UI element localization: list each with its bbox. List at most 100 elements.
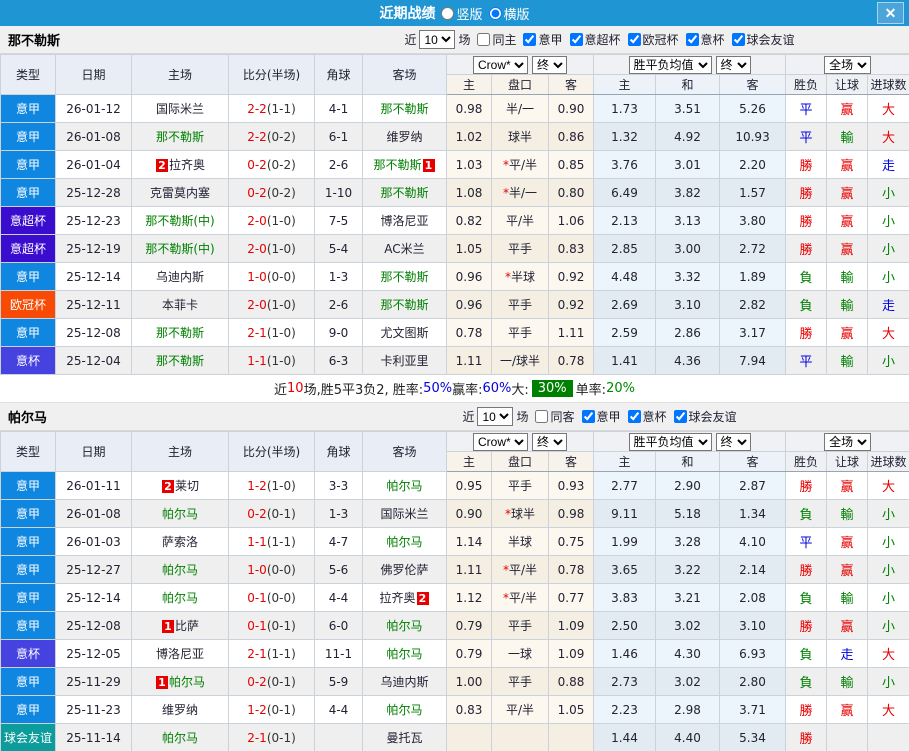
league-checkbox-input-4[interactable] bbox=[731, 33, 745, 46]
match-date: 26-01-04 bbox=[55, 150, 132, 179]
title-group: 近期战绩 竖版 横版 bbox=[379, 3, 529, 23]
crow-away-odds: 0.86 bbox=[547, 122, 595, 151]
league-checkbox-2[interactable]: 欧冠杯 bbox=[624, 31, 679, 48]
column-header-4: 角球 bbox=[314, 431, 363, 472]
league-checkbox-input-1[interactable] bbox=[569, 33, 583, 46]
same-venue-checkbox-input[interactable] bbox=[477, 33, 491, 46]
home-team: 1 比萨 bbox=[131, 611, 229, 640]
match-score: 1-2(1-0) bbox=[228, 471, 315, 500]
goals-result: 大 bbox=[867, 122, 909, 151]
match-row: 意甲 25-12-14 帕尔马 0-1(0-0) 4-4 拉齐奥 2 1.12 *平/半 0.77… bbox=[0, 583, 909, 612]
team-label: 那不勒斯(中) bbox=[145, 242, 215, 256]
handicap-line: *平/半 bbox=[491, 555, 549, 584]
team-name: 那不勒斯 bbox=[8, 34, 61, 49]
handicap-result: 赢 bbox=[826, 611, 869, 640]
league-checkbox-1[interactable]: 意超杯 bbox=[566, 31, 621, 48]
handicap-text: 平手 bbox=[507, 675, 532, 689]
corner-score bbox=[314, 723, 363, 751]
crow-away-odds bbox=[547, 723, 595, 751]
same-venue-checkbox[interactable]: 同主 bbox=[473, 31, 516, 48]
match-count-select[interactable]: 10 bbox=[419, 30, 456, 49]
score-full: 1-0 bbox=[247, 562, 267, 577]
avg-away-odds: 3.10 bbox=[719, 611, 787, 640]
handicap-result: 赢 bbox=[826, 234, 869, 263]
league-checkbox-input-2[interactable] bbox=[627, 33, 641, 46]
near-label: 近 bbox=[404, 33, 417, 47]
away-team: 帕尔马 bbox=[362, 527, 447, 556]
team-label: 那不勒斯 bbox=[380, 298, 429, 312]
final-select-1[interactable]: 终 bbox=[532, 55, 567, 74]
avg-draw-odds: 3.00 bbox=[655, 234, 721, 263]
layout-radio-horizontal[interactable]: 横版 bbox=[488, 4, 530, 23]
handicap-text: 球半 bbox=[507, 130, 532, 144]
score-half: (0-2) bbox=[266, 157, 296, 172]
corner-score: 5-6 bbox=[314, 555, 363, 584]
league-checkbox-input-0[interactable] bbox=[523, 33, 537, 46]
league-checkbox-input-2[interactable] bbox=[673, 410, 687, 423]
league-checkbox-0[interactable]: 意甲 bbox=[519, 31, 563, 48]
handicap-line: 半球 bbox=[491, 527, 549, 556]
handicap-result: 輸 bbox=[826, 262, 869, 291]
same-venue-checkbox[interactable]: 同客 bbox=[531, 408, 575, 425]
home-team: 本菲卡 bbox=[131, 290, 229, 319]
close-button[interactable]: ✕ bbox=[877, 2, 904, 24]
league-checkbox-2[interactable]: 球会友谊 bbox=[670, 408, 737, 425]
league-checkbox-input-3[interactable] bbox=[685, 33, 699, 46]
scope-select[interactable]: 全场 bbox=[824, 432, 872, 451]
sub-header-8: 进球数 bbox=[867, 451, 909, 472]
league-checkbox-1[interactable]: 意杯 bbox=[624, 408, 667, 425]
crow-home-odds: 0.83 bbox=[446, 695, 492, 724]
avg-type-select[interactable]: 胜平负均值 bbox=[628, 432, 712, 451]
match-date: 26-01-11 bbox=[55, 471, 132, 500]
avg-home-odds: 3.83 bbox=[593, 583, 657, 612]
match-date: 25-12-14 bbox=[55, 583, 132, 612]
vertical-radio-input[interactable] bbox=[441, 6, 455, 20]
match-count-select[interactable]: 10 bbox=[477, 407, 514, 426]
column-header-0: 类型 bbox=[0, 54, 56, 95]
home-team: 帕尔马 bbox=[131, 583, 229, 612]
match-date: 26-01-12 bbox=[55, 94, 132, 123]
final-select-1[interactable]: 终 bbox=[532, 432, 567, 451]
avg-home-odds: 3.65 bbox=[593, 555, 657, 584]
odds-source-select[interactable]: Crow* bbox=[473, 432, 528, 451]
header-group-2: 全场 bbox=[785, 431, 909, 452]
handicap-text: 半球 bbox=[507, 535, 532, 549]
league-checkbox-0[interactable]: 意甲 bbox=[578, 408, 621, 425]
crow-home-odds: 1.00 bbox=[446, 667, 492, 696]
score-full: 2-1 bbox=[247, 646, 267, 661]
header-row-top: 类型 日期 主场 比分(半场) 角球 客场 Crow* 终胜平负均值终全场 bbox=[0, 54, 909, 95]
away-team: 博洛尼亚 bbox=[362, 206, 447, 235]
near-label: 近 bbox=[462, 410, 475, 424]
layout-radio-vertical[interactable]: 竖版 bbox=[441, 4, 483, 23]
team-label: 那不勒斯(中) bbox=[145, 214, 215, 228]
league-checkbox-3[interactable]: 意杯 bbox=[682, 31, 725, 48]
avg-home-odds: 1.99 bbox=[593, 527, 657, 556]
away-team: 维罗纳 bbox=[362, 122, 447, 151]
away-team: 那不勒斯 bbox=[362, 94, 447, 123]
league-checkbox-input-1[interactable] bbox=[627, 410, 641, 423]
match-date: 25-12-08 bbox=[55, 318, 132, 347]
final-select-2[interactable]: 终 bbox=[715, 432, 751, 451]
team-label: 帕尔马 bbox=[386, 703, 423, 717]
scope-select[interactable]: 全场 bbox=[824, 55, 872, 74]
league-checkbox-4[interactable]: 球会友谊 bbox=[728, 31, 795, 48]
league-checkbox-input-0[interactable] bbox=[581, 410, 595, 423]
match-row: 意甲 26-01-03 萨索洛 1-1(1-1) 4-7 帕尔马 1.14 半球 0.75 1.9… bbox=[0, 527, 909, 556]
match-type-badge: 意甲 bbox=[0, 667, 56, 696]
score-half: (1-1) bbox=[266, 646, 296, 661]
horizontal-radio-input[interactable] bbox=[488, 6, 502, 20]
same-venue-checkbox-input[interactable] bbox=[535, 410, 549, 423]
handicap-result: 赢 bbox=[826, 94, 869, 123]
final-select-2[interactable]: 终 bbox=[715, 55, 751, 74]
odds-source-select[interactable]: Crow* bbox=[473, 55, 528, 74]
match-score: 1-2(0-1) bbox=[228, 695, 315, 724]
score-half: (0-1) bbox=[266, 618, 296, 633]
away-team: 尤文图斯 bbox=[362, 318, 447, 347]
team-label: 那不勒斯 bbox=[155, 326, 204, 340]
avg-type-select[interactable]: 胜平负均值 bbox=[628, 55, 712, 74]
avg-away-odds: 2.87 bbox=[719, 471, 787, 500]
avg-draw-odds: 3.28 bbox=[655, 527, 721, 556]
avg-away-odds: 2.80 bbox=[719, 667, 787, 696]
match-type-badge: 意甲 bbox=[0, 262, 56, 291]
match-date: 25-12-04 bbox=[55, 346, 132, 375]
